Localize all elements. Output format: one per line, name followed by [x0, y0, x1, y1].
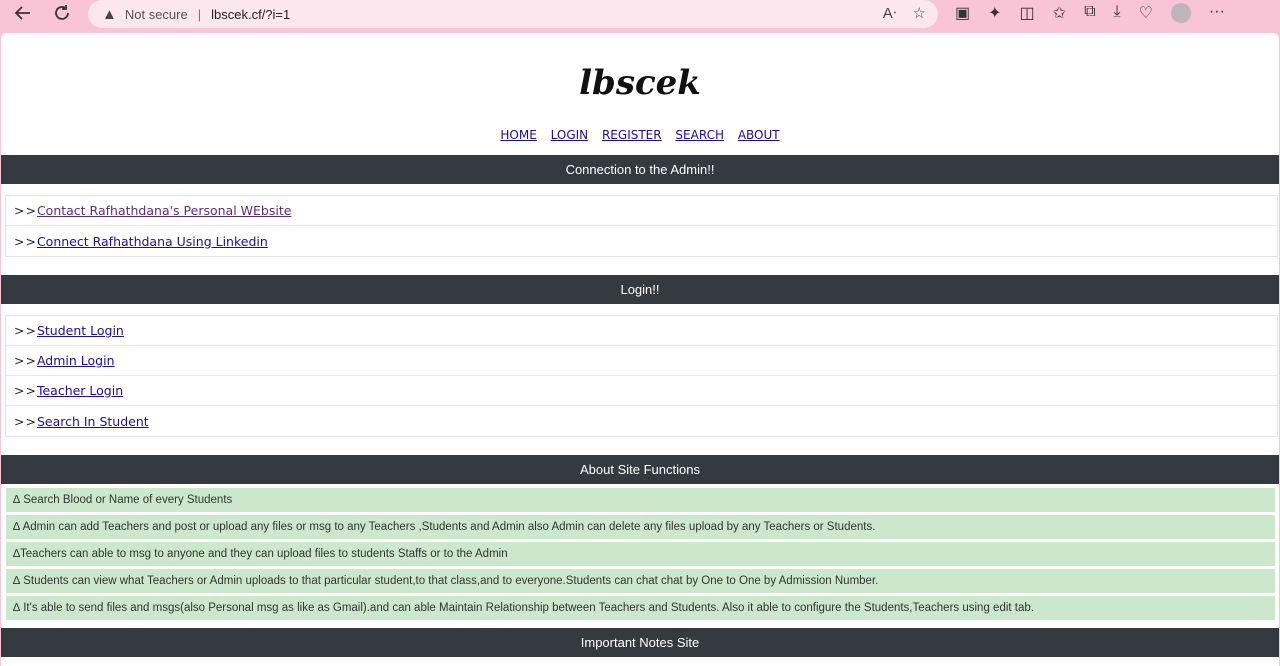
- read-aloud-icon[interactable]: Aᐧ: [883, 4, 897, 22]
- collections-icon[interactable]: ⧉: [1084, 3, 1095, 23]
- function-item: ∆ Search Blood or Name of every Students: [6, 488, 1275, 512]
- admin-links-panel: >> Contact Rafhathdana's Personal WEbsite…: [5, 195, 1278, 257]
- puzzle-icon[interactable]: ✦: [988, 3, 1001, 23]
- warning-icon[interactable]: ▲: [102, 6, 117, 23]
- link-prefix: >>: [14, 323, 37, 338]
- student-login-link[interactable]: Student Login: [37, 323, 124, 338]
- admin-login-link[interactable]: Admin Login: [37, 353, 115, 368]
- back-icon[interactable]: [11, 1, 35, 25]
- list-item: >> Teacher Login: [6, 376, 1277, 406]
- function-item: ∆Teachers can able to msg to anyone and …: [6, 542, 1275, 566]
- browser-toolbar: ▲ Not secure | lbscek.cf/?i=1 Aᐧ ☆ ▣ ✦ ◫…: [0, 0, 1280, 28]
- extension-icon[interactable]: ▣: [955, 3, 970, 23]
- favorites-icon[interactable]: ✩: [1053, 3, 1066, 23]
- login-section-header: Login!!: [1, 275, 1279, 304]
- security-label[interactable]: Not secure: [125, 7, 188, 22]
- login-links-panel: >> Student Login >> Admin Login >> Teacher …: [5, 315, 1278, 437]
- contact-website-link[interactable]: Contact Rafhathdana's Personal WEbsite: [37, 203, 291, 218]
- link-prefix: >>: [14, 233, 37, 249]
- more-menu-icon[interactable]: ···: [1209, 3, 1225, 23]
- link-prefix: >>: [14, 383, 37, 398]
- split-screen-icon[interactable]: ◫: [1020, 3, 1035, 23]
- function-item: ∆ Admin can add Teachers and post or upl…: [6, 515, 1275, 539]
- notes-section-header: Important Notes Site: [1, 628, 1279, 657]
- nav-home[interactable]: HOME: [500, 128, 536, 142]
- link-prefix: >>: [14, 413, 37, 429]
- link-prefix: >>: [14, 353, 37, 368]
- search-student-link[interactable]: Search In Student: [37, 414, 149, 429]
- list-item: >> Admin Login: [6, 346, 1277, 376]
- nav-search[interactable]: SEARCH: [675, 128, 724, 142]
- about-section-header: About Site Functions: [1, 455, 1279, 484]
- favorite-star-icon[interactable]: ☆: [913, 4, 926, 22]
- site-logo: lbscek: [579, 63, 701, 103]
- list-item: >> Student Login: [6, 316, 1277, 346]
- address-separator: |: [197, 6, 202, 22]
- url-text[interactable]: lbscek.cf/?i=1: [211, 7, 290, 22]
- health-icon[interactable]: ♡: [1139, 3, 1153, 23]
- link-prefix: >>: [14, 203, 37, 218]
- profile-avatar[interactable]: [1170, 3, 1191, 23]
- function-item: ∆ Students can view what Teachers or Adm…: [6, 569, 1275, 593]
- list-item: >> Contact Rafhathdana's Personal WEbsite: [6, 196, 1277, 226]
- refresh-icon[interactable]: [50, 1, 74, 25]
- top-navigation: HOME LOGIN REGISTER SEARCH ABOUT: [1, 128, 1279, 142]
- nav-register[interactable]: REGISTER: [602, 128, 662, 142]
- nav-about[interactable]: ABOUT: [738, 128, 780, 142]
- function-item: ∆ It's able to send files and msgs(also …: [6, 596, 1275, 620]
- address-bar[interactable]: ▲ Not secure | lbscek.cf/?i=1 Aᐧ ☆: [88, 0, 938, 28]
- web-page: lbscek HOME LOGIN REGISTER SEARCH ABOUT …: [1, 33, 1279, 666]
- linkedin-link[interactable]: Connect Rafhathdana Using Linkedin: [37, 234, 268, 249]
- nav-login[interactable]: LOGIN: [551, 128, 589, 142]
- list-item: >> Search In Student: [6, 406, 1277, 436]
- admin-section-header: Connection to the Admin!!: [1, 155, 1279, 184]
- teacher-login-link[interactable]: Teacher Login: [37, 383, 123, 398]
- list-item: >> Connect Rafhathdana Using Linkedin: [6, 226, 1277, 256]
- download-icon[interactable]: ⤓: [1114, 3, 1121, 23]
